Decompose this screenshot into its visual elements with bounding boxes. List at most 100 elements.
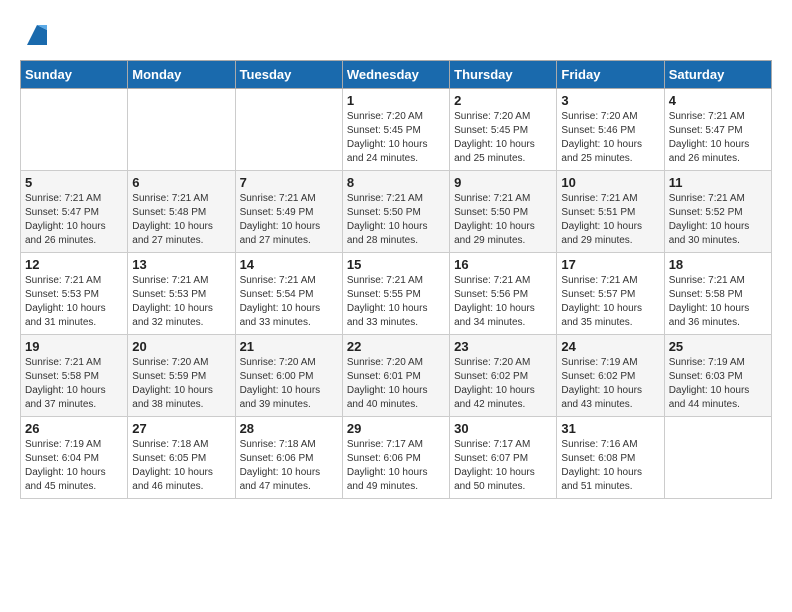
day-info: Sunrise: 7:21 AMSunset: 5:47 PMDaylight:…	[669, 110, 767, 166]
day-number: 18	[669, 257, 767, 272]
day-number: 14	[240, 257, 338, 272]
day-number: 15	[347, 257, 445, 272]
day-info: Sunrise: 7:20 AMSunset: 6:02 PMDaylight:…	[454, 356, 552, 412]
calendar-cell: 21 Sunrise: 7:20 AMSunset: 6:00 PMDayligh…	[235, 335, 342, 417]
day-of-week-header: Friday	[557, 61, 664, 89]
calendar-cell: 14 Sunrise: 7:21 AMSunset: 5:54 PMDayligh…	[235, 253, 342, 335]
day-info: Sunrise: 7:17 AMSunset: 6:07 PMDaylight:…	[454, 438, 552, 494]
calendar-cell: 1 Sunrise: 7:20 AMSunset: 5:45 PMDaylight…	[342, 89, 449, 171]
day-number: 30	[454, 421, 552, 436]
day-info: Sunrise: 7:21 AMSunset: 5:47 PMDaylight:…	[25, 192, 123, 248]
day-of-week-header: Thursday	[450, 61, 557, 89]
page-header	[20, 20, 772, 50]
day-info: Sunrise: 7:21 AMSunset: 5:53 PMDaylight:…	[25, 274, 123, 330]
calendar-cell: 19 Sunrise: 7:21 AMSunset: 5:58 PMDayligh…	[21, 335, 128, 417]
day-number: 2	[454, 93, 552, 108]
calendar-cell: 13 Sunrise: 7:21 AMSunset: 5:53 PMDayligh…	[128, 253, 235, 335]
day-number: 5	[25, 175, 123, 190]
day-number: 7	[240, 175, 338, 190]
day-info: Sunrise: 7:18 AMSunset: 6:06 PMDaylight:…	[240, 438, 338, 494]
day-number: 31	[561, 421, 659, 436]
day-number: 13	[132, 257, 230, 272]
day-info: Sunrise: 7:21 AMSunset: 5:58 PMDaylight:…	[25, 356, 123, 412]
day-info: Sunrise: 7:17 AMSunset: 6:06 PMDaylight:…	[347, 438, 445, 494]
calendar-cell: 25 Sunrise: 7:19 AMSunset: 6:03 PMDayligh…	[664, 335, 771, 417]
day-info: Sunrise: 7:20 AMSunset: 6:01 PMDaylight:…	[347, 356, 445, 412]
day-number: 27	[132, 421, 230, 436]
calendar-cell: 22 Sunrise: 7:20 AMSunset: 6:01 PMDayligh…	[342, 335, 449, 417]
day-number: 22	[347, 339, 445, 354]
day-info: Sunrise: 7:21 AMSunset: 5:57 PMDaylight:…	[561, 274, 659, 330]
calendar-week-row: 19 Sunrise: 7:21 AMSunset: 5:58 PMDayligh…	[21, 335, 772, 417]
calendar-cell: 24 Sunrise: 7:19 AMSunset: 6:02 PMDayligh…	[557, 335, 664, 417]
day-number: 23	[454, 339, 552, 354]
day-info: Sunrise: 7:16 AMSunset: 6:08 PMDaylight:…	[561, 438, 659, 494]
calendar-cell: 10Sunrise: 7:21 AMSunset: 5:51 PMDayligh…	[557, 171, 664, 253]
day-info: Sunrise: 7:21 AMSunset: 5:50 PMDaylight:…	[347, 192, 445, 248]
day-info: Sunrise: 7:19 AMSunset: 6:04 PMDaylight:…	[25, 438, 123, 494]
calendar-table: SundayMondayTuesdayWednesdayThursdayFrid…	[20, 60, 772, 499]
day-number: 29	[347, 421, 445, 436]
calendar-cell	[128, 89, 235, 171]
day-number: 28	[240, 421, 338, 436]
calendar-cell: 5 Sunrise: 7:21 AMSunset: 5:47 PMDaylight…	[21, 171, 128, 253]
day-info: Sunrise: 7:19 AMSunset: 6:02 PMDaylight:…	[561, 356, 659, 412]
day-number: 3	[561, 93, 659, 108]
calendar-cell: 29 Sunrise: 7:17 AMSunset: 6:06 PMDayligh…	[342, 417, 449, 499]
day-number: 17	[561, 257, 659, 272]
calendar-cell	[664, 417, 771, 499]
calendar-week-row: 12 Sunrise: 7:21 AMSunset: 5:53 PMDayligh…	[21, 253, 772, 335]
day-of-week-header: Sunday	[21, 61, 128, 89]
day-number: 16	[454, 257, 552, 272]
day-number: 24	[561, 339, 659, 354]
day-number: 19	[25, 339, 123, 354]
day-number: 6	[132, 175, 230, 190]
calendar-cell: 15 Sunrise: 7:21 AMSunset: 5:55 PMDayligh…	[342, 253, 449, 335]
day-info: Sunrise: 7:21 AMSunset: 5:55 PMDaylight:…	[347, 274, 445, 330]
calendar-cell: 12 Sunrise: 7:21 AMSunset: 5:53 PMDayligh…	[21, 253, 128, 335]
day-info: Sunrise: 7:20 AMSunset: 6:00 PMDaylight:…	[240, 356, 338, 412]
calendar-cell: 3 Sunrise: 7:20 AMSunset: 5:46 PMDaylight…	[557, 89, 664, 171]
day-of-week-header: Monday	[128, 61, 235, 89]
logo	[20, 20, 52, 50]
day-info: Sunrise: 7:21 AMSunset: 5:58 PMDaylight:…	[669, 274, 767, 330]
day-info: Sunrise: 7:20 AMSunset: 5:59 PMDaylight:…	[132, 356, 230, 412]
calendar-week-row: 1 Sunrise: 7:20 AMSunset: 5:45 PMDaylight…	[21, 89, 772, 171]
day-info: Sunrise: 7:20 AMSunset: 5:45 PMDaylight:…	[454, 110, 552, 166]
calendar-week-row: 5 Sunrise: 7:21 AMSunset: 5:47 PMDaylight…	[21, 171, 772, 253]
day-info: Sunrise: 7:20 AMSunset: 5:46 PMDaylight:…	[561, 110, 659, 166]
calendar-cell: 18 Sunrise: 7:21 AMSunset: 5:58 PMDayligh…	[664, 253, 771, 335]
day-info: Sunrise: 7:21 AMSunset: 5:52 PMDaylight:…	[669, 192, 767, 248]
calendar-cell: 9Sunrise: 7:21 AMSunset: 5:50 PMDaylight…	[450, 171, 557, 253]
day-number: 9	[454, 175, 552, 190]
calendar-cell	[21, 89, 128, 171]
day-number: 20	[132, 339, 230, 354]
calendar-cell: 16 Sunrise: 7:21 AMSunset: 5:56 PMDayligh…	[450, 253, 557, 335]
day-info: Sunrise: 7:19 AMSunset: 6:03 PMDaylight:…	[669, 356, 767, 412]
day-number: 1	[347, 93, 445, 108]
calendar-cell: 20 Sunrise: 7:20 AMSunset: 5:59 PMDayligh…	[128, 335, 235, 417]
day-number: 4	[669, 93, 767, 108]
day-info: Sunrise: 7:21 AMSunset: 5:51 PMDaylight:…	[561, 192, 659, 248]
day-info: Sunrise: 7:18 AMSunset: 6:05 PMDaylight:…	[132, 438, 230, 494]
day-number: 12	[25, 257, 123, 272]
calendar-cell: 17 Sunrise: 7:21 AMSunset: 5:57 PMDayligh…	[557, 253, 664, 335]
day-info: Sunrise: 7:20 AMSunset: 5:45 PMDaylight:…	[347, 110, 445, 166]
calendar-cell: 27 Sunrise: 7:18 AMSunset: 6:05 PMDayligh…	[128, 417, 235, 499]
day-info: Sunrise: 7:21 AMSunset: 5:56 PMDaylight:…	[454, 274, 552, 330]
calendar-cell: 7Sunrise: 7:21 AMSunset: 5:49 PMDaylight…	[235, 171, 342, 253]
calendar-cell	[235, 89, 342, 171]
calendar-cell: 8Sunrise: 7:21 AMSunset: 5:50 PMDaylight…	[342, 171, 449, 253]
day-number: 21	[240, 339, 338, 354]
day-number: 11	[669, 175, 767, 190]
calendar-week-row: 26Sunrise: 7:19 AMSunset: 6:04 PMDayligh…	[21, 417, 772, 499]
day-info: Sunrise: 7:21 AMSunset: 5:53 PMDaylight:…	[132, 274, 230, 330]
calendar-cell: 26Sunrise: 7:19 AMSunset: 6:04 PMDayligh…	[21, 417, 128, 499]
calendar-cell: 23 Sunrise: 7:20 AMSunset: 6:02 PMDayligh…	[450, 335, 557, 417]
calendar-header: SundayMondayTuesdayWednesdayThursdayFrid…	[21, 61, 772, 89]
day-number: 25	[669, 339, 767, 354]
day-info: Sunrise: 7:21 AMSunset: 5:54 PMDaylight:…	[240, 274, 338, 330]
day-of-week-header: Saturday	[664, 61, 771, 89]
logo-icon	[22, 20, 52, 50]
calendar-cell: 4 Sunrise: 7:21 AMSunset: 5:47 PMDaylight…	[664, 89, 771, 171]
